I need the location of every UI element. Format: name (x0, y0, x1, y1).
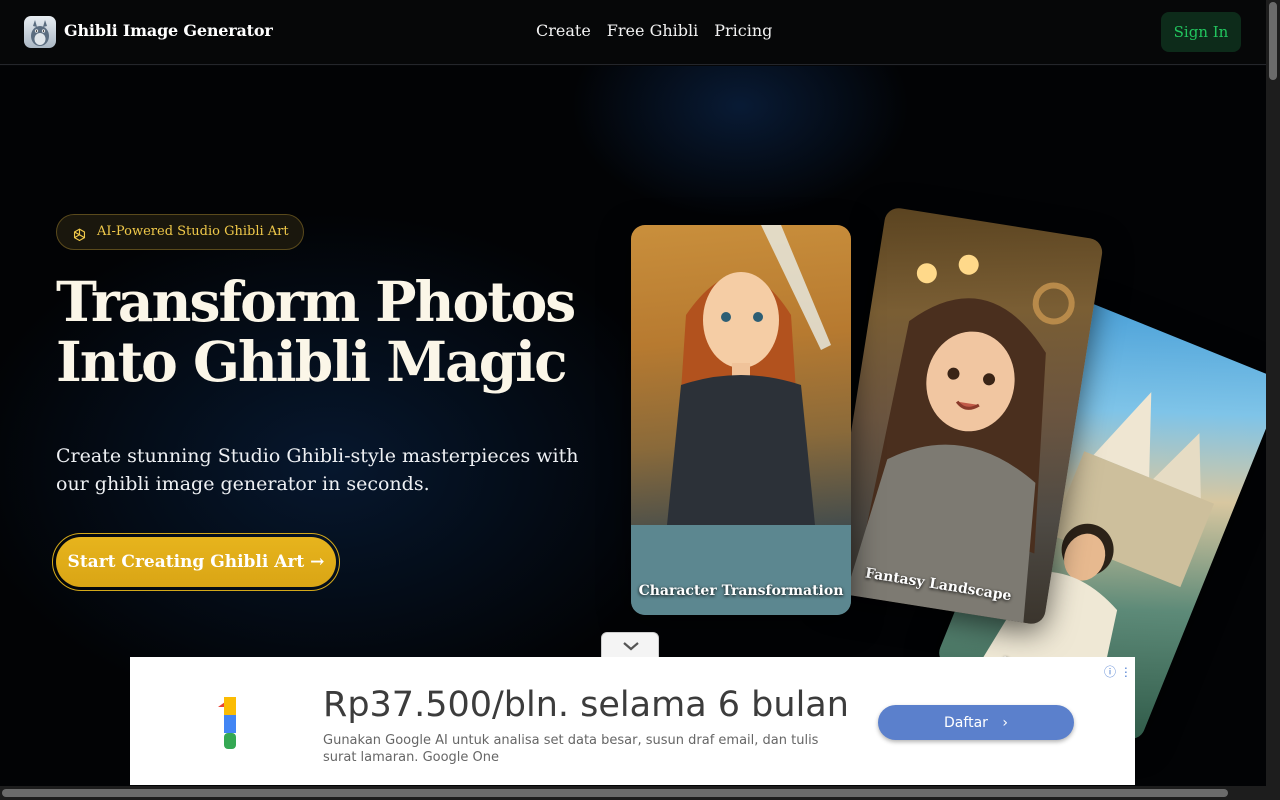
page-title: Transform Photos Into Ghibli Magic (56, 272, 596, 392)
collapse-ad-tab[interactable] (601, 632, 659, 658)
ad-menu-icon[interactable]: ⋮ (1120, 665, 1132, 679)
ad-banner[interactable]: Rp37.500/bln. selama 6 bulan Gunakan Goo… (130, 657, 1135, 785)
main-nav: Create Free Ghibli Pricing (536, 21, 772, 40)
ad-signup-button[interactable]: Daftar › (878, 705, 1074, 740)
ai-badge: AI-Powered Studio Ghibli Art (56, 214, 304, 250)
top-nav: Ghibli Image Generator Create Free Ghibl… (0, 0, 1266, 65)
start-creating-button[interactable]: Start Creating Ghibli Art → (56, 537, 336, 587)
title-line-1: Transform Photos (56, 269, 576, 334)
scrollbar-thumb[interactable] (2, 789, 1228, 797)
vertical-scrollbar[interactable] (1266, 0, 1280, 786)
ad-button-label: Daftar (944, 714, 988, 731)
example-card-character-transformation[interactable]: Character Transformation (631, 225, 851, 615)
scrollbar-thumb[interactable] (1269, 2, 1277, 80)
openai-logo-icon (71, 224, 88, 242)
badge-label: AI-Powered Studio Ghibli Art (97, 224, 289, 239)
sign-in-button[interactable]: Sign In (1161, 12, 1241, 52)
brand-name[interactable]: Ghibli Image Generator (64, 21, 273, 40)
totoro-logo-icon[interactable] (24, 16, 56, 48)
nav-create[interactable]: Create (536, 21, 591, 40)
card-illustration (631, 225, 851, 615)
horizontal-scrollbar[interactable] (0, 786, 1280, 800)
ad-headline[interactable]: Rp37.500/bln. selama 6 bulan (323, 685, 849, 725)
nav-pricing[interactable]: Pricing (714, 21, 772, 40)
google-one-logo-icon (218, 697, 236, 749)
title-line-2: Into Ghibli Magic (56, 329, 568, 394)
ad-info-icon[interactable]: ⓘ ⋮ (1104, 663, 1132, 680)
card-caption: Character Transformation (638, 583, 844, 599)
chevron-right-icon: › (1002, 714, 1008, 731)
ad-description[interactable]: Gunakan Google AI untuk analisa set data… (323, 732, 843, 766)
nav-free-ghibli[interactable]: Free Ghibli (607, 21, 698, 40)
hero-subtitle: Create stunning Studio Ghibli-style mast… (56, 445, 579, 495)
chevron-down-icon (623, 642, 639, 651)
